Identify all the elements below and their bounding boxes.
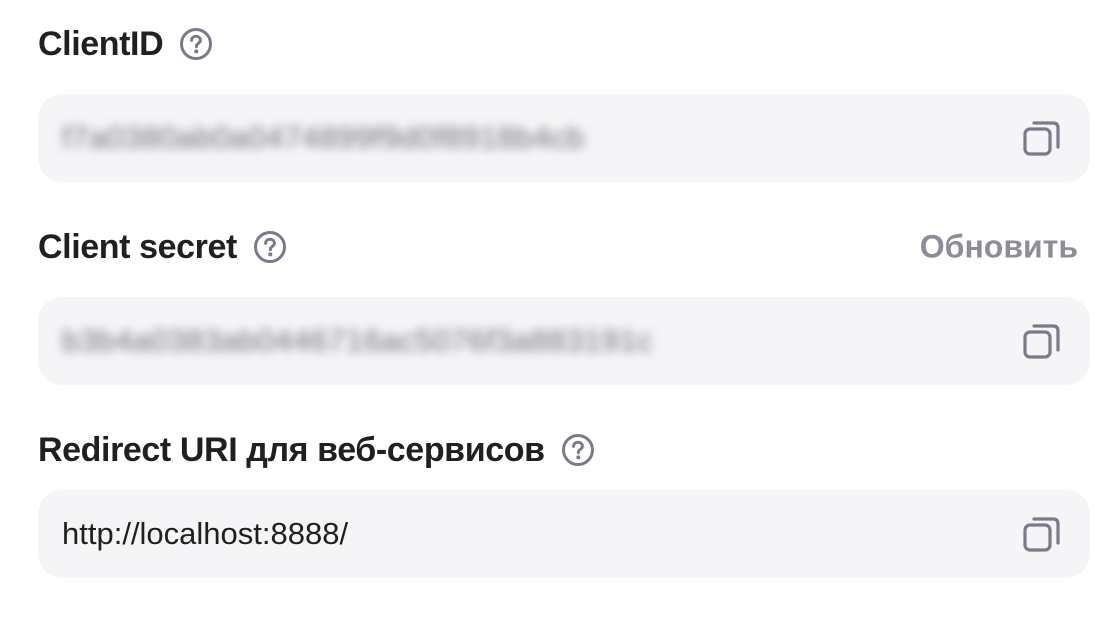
redirect-uri-value: http://localhost:8888/ bbox=[62, 516, 349, 551]
redirect-uri-section: Redirect URI для веб-сервисов http://loc… bbox=[38, 428, 1090, 578]
client-secret-label: Client secret bbox=[38, 227, 237, 266]
client-secret-header: Client secret Обновить bbox=[38, 225, 1090, 269]
redirect-uri-header: Redirect URI для веб-сервисов bbox=[38, 428, 1090, 472]
question-circle-icon[interactable] bbox=[179, 27, 213, 61]
redirect-uri-label: Redirect URI для веб-сервисов bbox=[38, 430, 545, 469]
client-id-field[interactable]: f7a0380ab0a0474899f9d0f8918b4cb bbox=[38, 94, 1090, 182]
client-id-value: f7a0380ab0a0474899f9d0f8918b4cb bbox=[62, 120, 585, 155]
copy-icon[interactable] bbox=[1022, 514, 1062, 554]
client-secret-value: b3b4a0383ab0446716ac5076f3a883191c bbox=[62, 323, 654, 358]
client-id-header: ClientID bbox=[38, 22, 1090, 66]
refresh-secret-link[interactable]: Обновить bbox=[920, 229, 1078, 266]
client-id-label: ClientID bbox=[38, 24, 164, 63]
copy-icon[interactable] bbox=[1022, 321, 1062, 361]
client-secret-section: Client secret Обновить b3b4a0383ab044671… bbox=[38, 225, 1090, 385]
question-circle-icon[interactable] bbox=[253, 230, 287, 264]
redirect-uri-field[interactable]: http://localhost:8888/ bbox=[38, 490, 1090, 578]
question-circle-icon[interactable] bbox=[561, 433, 595, 467]
client-id-section: ClientID f7a0380ab0a0474899f9d0f8918b4cb bbox=[38, 22, 1090, 182]
client-secret-field[interactable]: b3b4a0383ab0446716ac5076f3a883191c bbox=[38, 297, 1090, 385]
copy-icon[interactable] bbox=[1022, 118, 1062, 158]
